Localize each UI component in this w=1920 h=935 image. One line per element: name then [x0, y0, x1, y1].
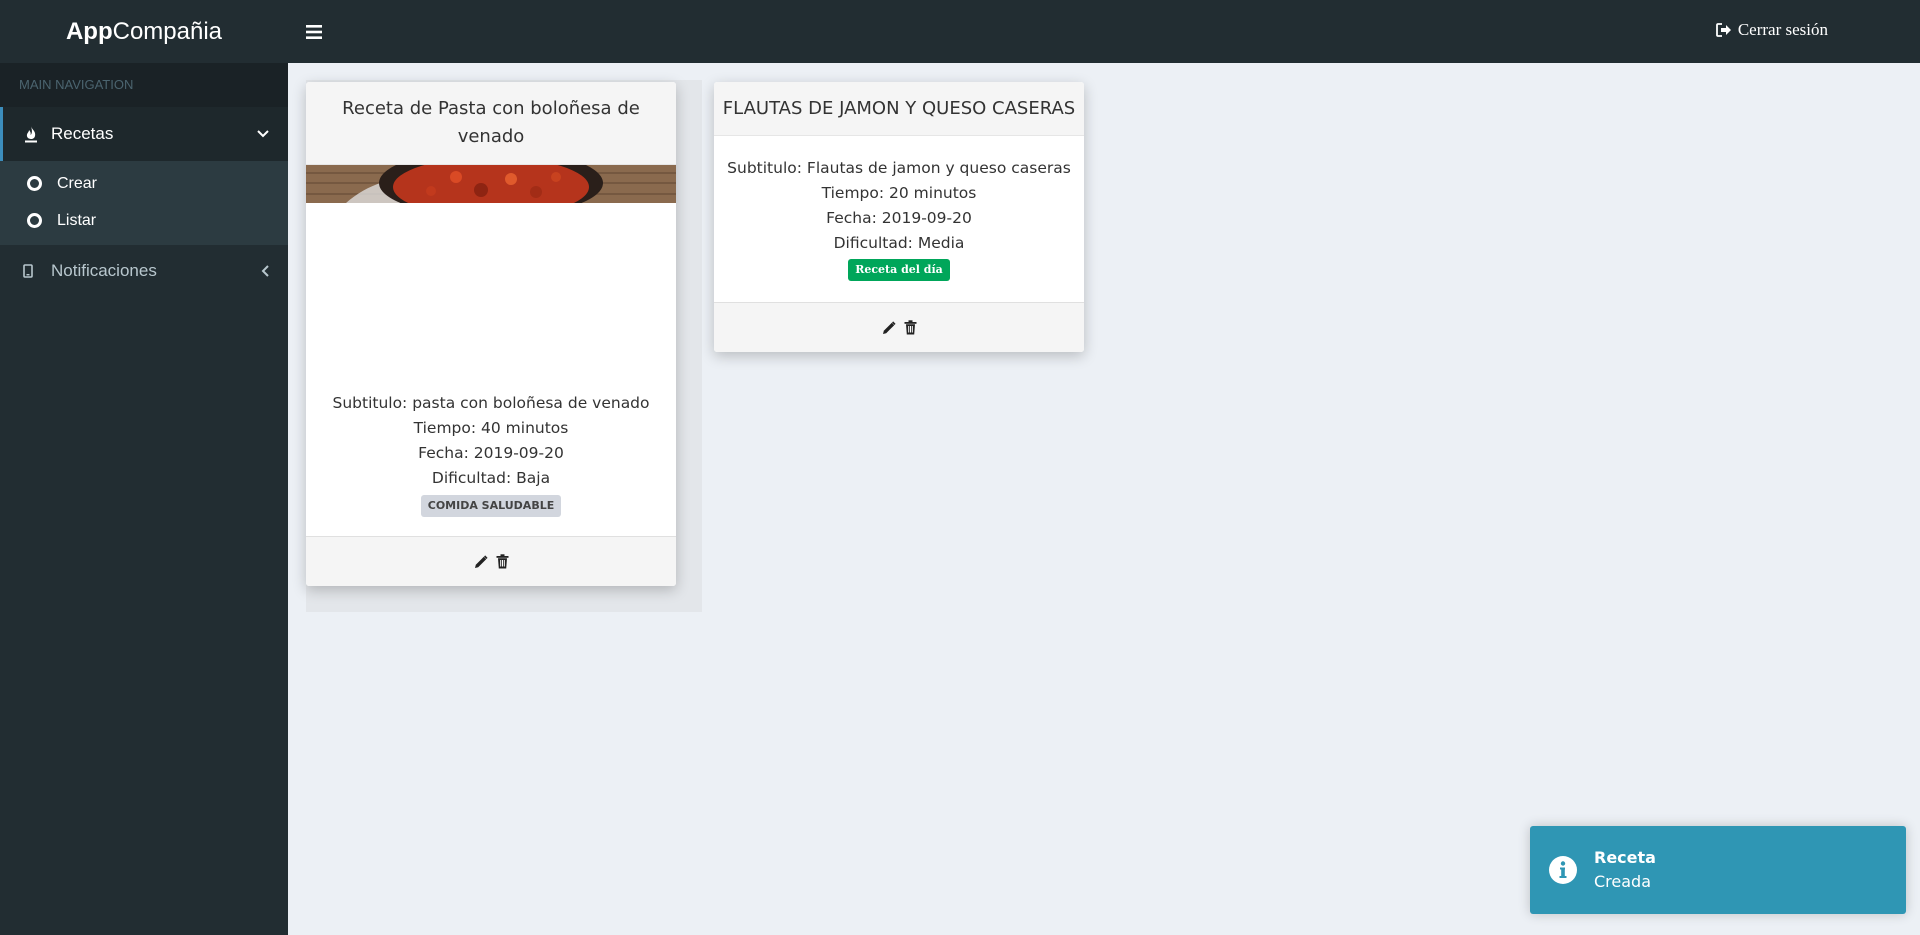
toast-content: Receta Creada	[1594, 846, 1656, 894]
logo-rest-text: Compañia	[112, 17, 223, 45]
recipe-date: Fecha: 2019-09-20	[418, 444, 564, 462]
recipe-card: Receta de Pasta con boloñesa de venado S…	[306, 82, 676, 586]
recipe-card-body: Subtitulo: pasta con boloñesa de venado …	[306, 203, 676, 536]
sidebar-item-recetas[interactable]: Recetas	[0, 107, 288, 161]
top-navbar: App Compañia Cerrar sesión	[0, 0, 1920, 63]
sidebar-subitem-label: Listar	[57, 211, 97, 229]
recipe-of-day-badge: Receta del día	[848, 259, 950, 281]
delete-button[interactable]	[496, 554, 509, 569]
toast-notification[interactable]: Receta Creada	[1530, 826, 1906, 914]
trash-icon	[904, 320, 916, 335]
chevron-down-icon	[257, 130, 269, 138]
recipe-difficulty: Dificultad: Baja	[431, 469, 551, 487]
recipe-category-badge: COMIDA SALUDABLE	[420, 495, 562, 517]
recipe-time: Tiempo: 40 minutos	[413, 419, 569, 437]
recipe-card-footer	[714, 302, 1084, 352]
sidebar: MAIN NAVIGATION Recetas Crear Listar Not…	[0, 63, 288, 935]
logout-button[interactable]: Cerrar sesión	[1715, 20, 1828, 40]
pencil-icon	[474, 554, 488, 568]
recipe-time: Tiempo: 20 minutos	[821, 184, 977, 202]
logout-label: Cerrar sesión	[1737, 20, 1828, 39]
edit-button[interactable]	[882, 320, 896, 335]
recipe-date: Fecha: 2019-09-20	[826, 209, 972, 227]
recetas-submenu: Crear Listar	[0, 161, 288, 245]
sidebar-item-notificaciones[interactable]: Notificaciones	[0, 245, 288, 297]
fire-icon	[23, 125, 51, 143]
chevron-left-icon	[261, 265, 269, 277]
recipe-title: FLAUTAS DE JAMON Y QUESO CASERAS	[722, 98, 1076, 119]
recipe-subtitle: Subtitulo: pasta con boloñesa de venado	[332, 394, 650, 412]
app-logo[interactable]: App Compañia	[0, 0, 288, 63]
sidebar-subitem-label: Crear	[57, 174, 98, 192]
pencil-icon	[882, 320, 896, 334]
recipe-photo	[306, 165, 676, 203]
sidebar-section-title: MAIN NAVIGATION	[0, 63, 288, 107]
hamburger-icon	[306, 25, 322, 39]
sidebar-item-listar[interactable]: Listar	[0, 202, 288, 239]
recipe-card-title: FLAUTAS DE JAMON Y QUESO CASERAS	[714, 82, 1084, 136]
info-icon	[1549, 856, 1577, 884]
sidebar-item-label: Notificaciones	[51, 261, 157, 280]
delete-button[interactable]	[904, 320, 917, 335]
recipe-difficulty: Dificultad: Media	[833, 234, 965, 252]
circle-icon	[27, 213, 42, 228]
recipe-card-title: Receta de Pasta con boloñesa de venado	[306, 82, 676, 165]
recipe-image[interactable]	[306, 165, 676, 203]
sign-out-icon	[1715, 23, 1731, 37]
mobile-icon	[23, 264, 51, 278]
edit-button[interactable]	[474, 554, 488, 569]
sidebar-item-label: Recetas	[51, 124, 114, 143]
recipe-subtitle: Subtitulo: Flautas de jamon y queso case…	[727, 159, 1071, 177]
recipe-card-body: Subtitulo: Flautas de jamon y queso case…	[714, 136, 1084, 302]
recipe-card-footer	[306, 536, 676, 586]
recipe-title: Receta de Pasta con boloñesa de venado	[342, 98, 640, 147]
toast-message: Creada	[1594, 872, 1652, 891]
circle-icon	[27, 176, 42, 191]
recipe-card: FLAUTAS DE JAMON Y QUESO CASERAS Subtitu…	[714, 82, 1084, 352]
toast-title: Receta	[1594, 848, 1656, 867]
trash-icon	[496, 554, 508, 569]
sidebar-toggle-button[interactable]	[300, 18, 328, 46]
sidebar-item-crear[interactable]: Crear	[0, 165, 288, 202]
logo-bold-text: App	[65, 17, 113, 45]
